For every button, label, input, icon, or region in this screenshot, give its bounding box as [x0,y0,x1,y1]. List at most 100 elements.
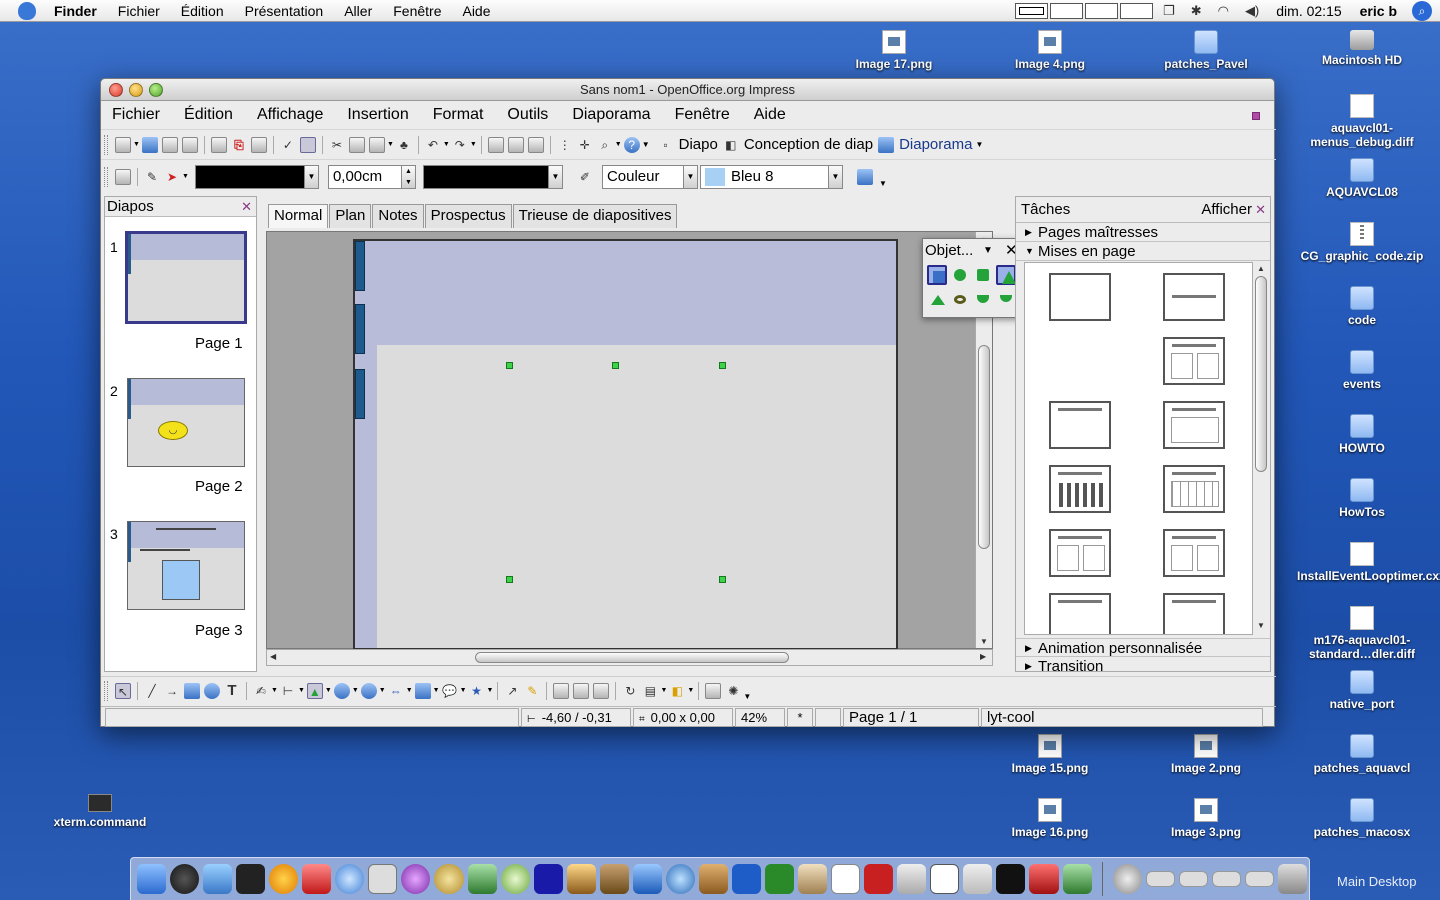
slideshow-icon[interactable] [878,136,895,153]
cylinder-icon[interactable] [973,265,993,285]
menu-edition[interactable]: Édition [181,3,224,19]
window-switch-icon[interactable]: ❐ [1163,3,1175,19]
help-icon[interactable]: ? [623,136,640,153]
status-zoom[interactable]: 42% [735,707,785,727]
view-menu[interactable]: Afficher [1201,197,1252,223]
scroll-thumb[interactable] [978,345,990,549]
system-prefs-icon[interactable] [897,864,927,894]
close-window-button[interactable] [109,83,123,97]
safari-icon[interactable] [335,864,365,894]
terminal-blue-icon[interactable] [533,864,563,894]
symbol-shapes-icon[interactable] [360,682,377,699]
desktop-icon-patches-pavel[interactable]: patches_Pavel [1141,30,1271,71]
effects-icon[interactable]: ✺ [725,683,741,699]
app-green-icon[interactable] [1062,864,1092,894]
toolbar-grip[interactable] [104,166,108,187]
textedit-icon[interactable] [963,864,993,894]
slideshow-label[interactable]: Diaporama [899,136,972,153]
space-1-icon[interactable] [1015,3,1049,19]
arrow-style-icon[interactable]: ➤ [164,169,180,185]
desktop-icon-image3[interactable]: Image 3.png [1141,798,1271,839]
close-document-icon[interactable] [1252,112,1260,120]
desktop-icon-cg-graphic-code[interactable]: CG_graphic_code.zip [1297,222,1427,263]
line-tool-icon[interactable]: ╱ [144,683,160,699]
menu-outils[interactable]: Outils [507,106,548,124]
points-icon[interactable]: ↗ [504,683,520,699]
desktop-icon-code[interactable]: code [1297,286,1427,327]
minimized-window-icon[interactable] [1178,871,1208,887]
x11-icon[interactable] [368,864,398,894]
shadow-tool-icon[interactable] [705,682,722,699]
editor-horizontal-scrollbar[interactable]: ◀ ▶ [266,649,993,666]
tab-prospectus[interactable]: Prospectus [424,204,512,228]
line-width-field[interactable]: 0,00cm ▲ ▼ [327,164,416,189]
connector-icon[interactable]: ⊢ [280,683,296,699]
area-style-combo[interactable]: Couleur ▼ [601,164,698,189]
firefox-icon[interactable] [269,864,299,894]
styles-icon[interactable] [115,168,131,185]
shadow-icon[interactable] [856,168,873,185]
address-book-icon[interactable] [798,864,828,894]
slide-design-icon[interactable]: ◧ [723,137,739,153]
bluetooth-icon[interactable]: ✱ [1191,3,1202,19]
slide-thumbnail-2[interactable]: ◡ [127,378,245,467]
ical-icon[interactable] [831,864,861,894]
slide-thumbnail-3[interactable] [127,521,245,610]
close-pane-icon[interactable]: ✕ [1255,197,1266,223]
torus-icon[interactable] [950,291,970,311]
chart-icon[interactable] [487,136,504,153]
network-icon[interactable] [1112,864,1142,894]
wifi-icon[interactable]: ◠ [1218,3,1229,19]
desktop-icon-native-port[interactable]: native_port [1297,670,1427,711]
space-4-icon[interactable] [1120,3,1154,19]
fontwork-icon[interactable] [553,682,570,699]
wizard-icon[interactable] [599,864,629,894]
callouts-icon[interactable]: 💬 [442,683,458,699]
slide-thumbnail-1[interactable] [125,231,247,324]
toolbar-grip[interactable] [104,134,108,155]
3d-objects-icon[interactable]: ▲ [306,682,323,699]
gallery-icon[interactable] [593,682,610,699]
cone-icon[interactable] [996,265,1016,285]
block-arrows-icon[interactable]: ⇔ [388,683,404,699]
iphoto-icon[interactable] [566,864,596,894]
layout-table[interactable] [1163,465,1225,513]
itunes-icon[interactable] [500,864,530,894]
terminal-icon[interactable] [996,864,1026,894]
imovie-icon[interactable] [632,864,662,894]
desktop-icon-howtos[interactable]: HowTos [1297,478,1427,519]
spotlight-icon[interactable]: ⌕ [1412,1,1432,21]
menu-insertion[interactable]: Insertion [347,106,408,124]
activity-monitor-icon[interactable] [236,864,266,894]
gimp-icon[interactable] [434,864,464,894]
layout-text-image[interactable] [1049,593,1111,634]
tab-trieuse[interactable]: Trieuse de diapositives [512,204,678,228]
scroll-down-icon[interactable]: ▼ [980,637,988,646]
area-icon[interactable]: ✐ [577,169,593,185]
area-color-combo[interactable]: Bleu 8 ▼ [699,164,843,189]
layout-image-text[interactable] [1049,529,1111,577]
space-2-icon[interactable] [1050,3,1084,19]
sphere-icon[interactable] [950,265,970,285]
selection-handle[interactable] [719,576,726,583]
clone-format-icon[interactable]: ♣ [396,137,412,153]
menu-fenetre[interactable]: Fenêtre [393,3,441,19]
redo-icon[interactable]: ↷ [452,137,468,153]
minimized-window-icon[interactable] [1145,871,1175,887]
desktop-icon-image15[interactable]: Image 15.png [985,734,1115,775]
print-icon[interactable] [250,136,267,153]
layout-two-text[interactable] [1163,337,1225,385]
acrobat-icon[interactable] [864,864,894,894]
line-color-combo[interactable]: ▼ [422,164,563,189]
undo-icon[interactable]: ↶ [425,137,441,153]
export-pdf-icon[interactable]: ⎘ [231,137,247,153]
layout-chart-text[interactable] [1163,593,1225,634]
grid-icon[interactable]: ⋮ [557,137,573,153]
scroll-up-icon[interactable]: ▲ [1257,264,1265,273]
menu-finder[interactable]: Finder [54,3,97,19]
new-slide-label[interactable]: Diapo [679,136,718,153]
desktop-icon-xterm[interactable]: xterm.command [35,794,165,829]
zoom-icon[interactable]: ⌕ [597,137,613,153]
layout-title-content[interactable] [1049,401,1111,449]
mail-m-icon[interactable] [731,864,761,894]
